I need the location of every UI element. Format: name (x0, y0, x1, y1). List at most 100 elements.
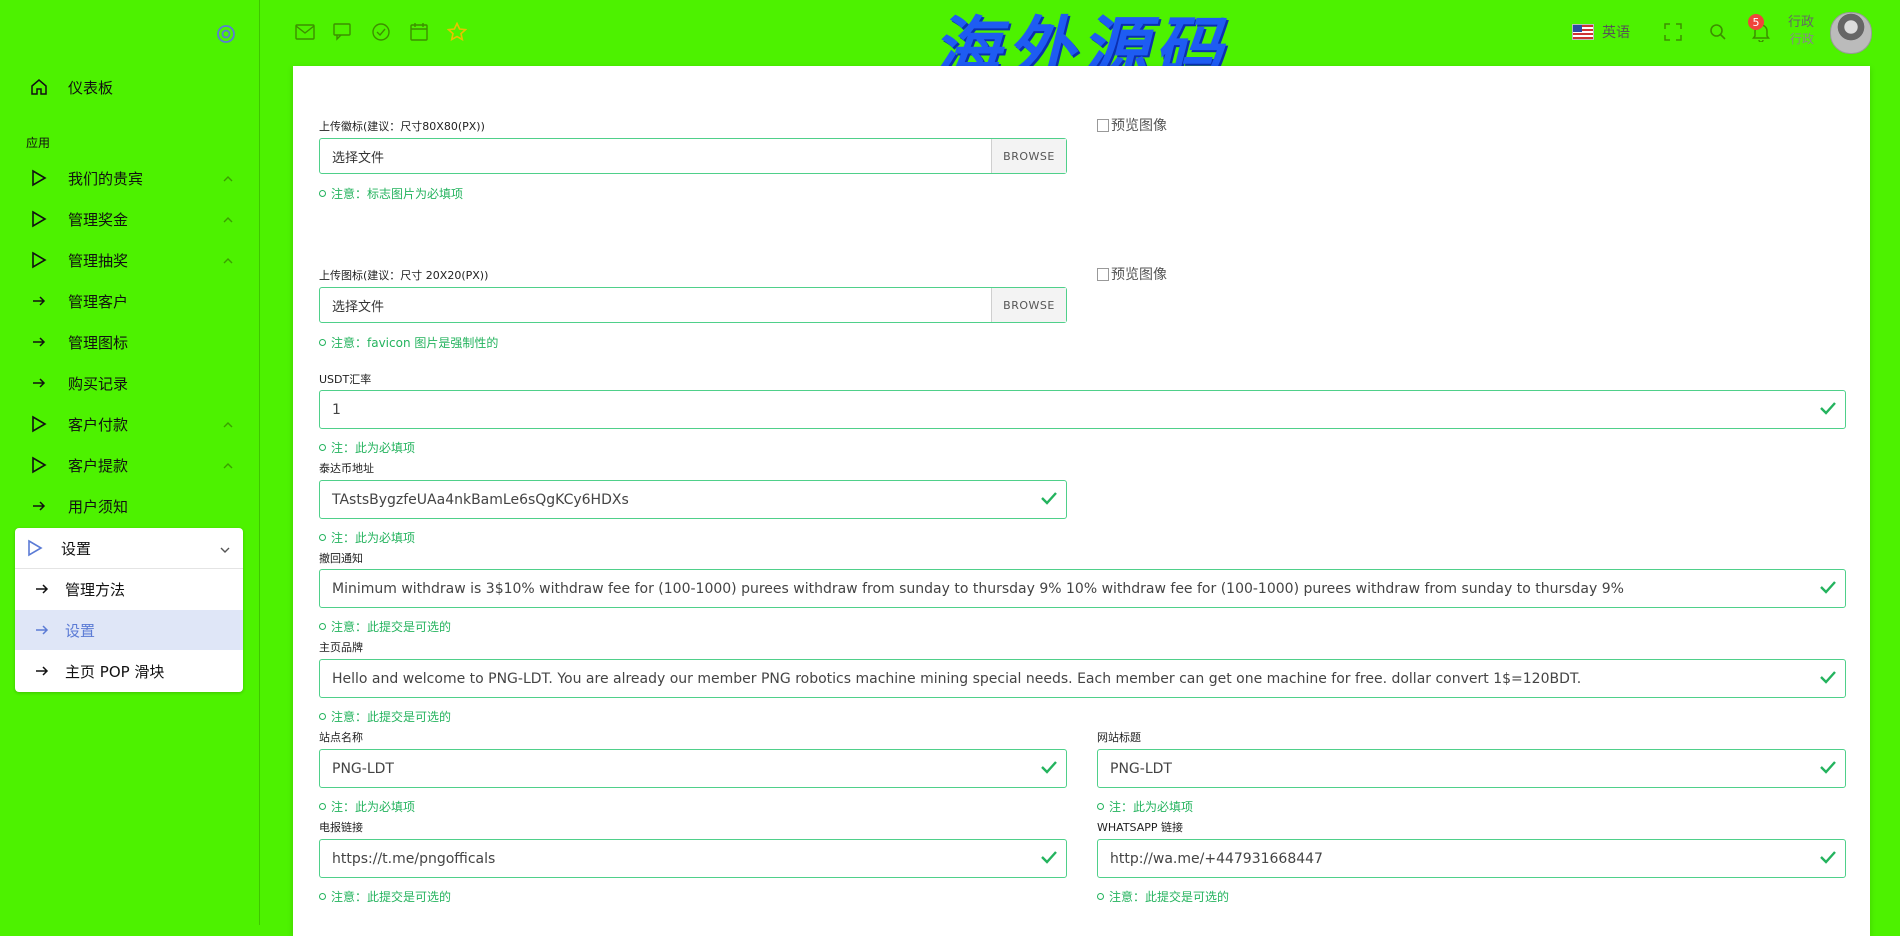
broken-image-icon (1097, 267, 1109, 281)
play-icon (26, 455, 52, 475)
search-icon[interactable] (1707, 21, 1729, 43)
sidebar: 仪表板 应用 我们的贵宾 管理奖金 管理抽奖 管理客户 管理图标 购买记录 客户… (0, 0, 260, 925)
sidebar-item-purchases[interactable]: 购买记录 (16, 366, 244, 400)
circle-icon (319, 893, 326, 900)
logo-upload-input[interactable]: 选择文件 BROWSE (319, 138, 1067, 174)
site-title-input[interactable]: PNG-LDT (1097, 749, 1846, 788)
logo-preview-image: 预览图像 (1097, 115, 1167, 135)
telegram-link-input[interactable]: https://t.me/pngofficals (319, 839, 1067, 878)
sidebar-item-settings[interactable]: 设置 (15, 528, 243, 569)
input-value: TAstsBygzfeUAa4nkBamLe6sQgKCy6HDXs (332, 491, 629, 508)
whatsapp-link-input[interactable]: http://wa.me/+447931668447 (1097, 839, 1846, 878)
sidebar-subitem-methods[interactable]: 管理方法 (15, 569, 243, 609)
notification-badge: 5 (1748, 14, 1764, 30)
favicon-upload-input[interactable]: 选择文件 BROWSE (319, 287, 1067, 323)
note-text: 注意：此提交是可选的 (331, 890, 452, 904)
play-icon (26, 209, 52, 229)
circle-icon (319, 803, 326, 810)
avatar[interactable] (1830, 12, 1872, 54)
check-icon (1820, 761, 1836, 774)
arrow-right-icon (26, 373, 52, 393)
sidebar-item-label: 管理方法 (65, 580, 126, 599)
withdraw-notice-note: 注意：此提交是可选的 (319, 618, 451, 635)
check-icon (1820, 581, 1836, 594)
sidebar-item-payments[interactable]: 客户付款 (16, 407, 244, 441)
check-icon (1820, 671, 1836, 684)
circle-icon (319, 339, 326, 346)
sidebar-collapse-icon[interactable] (216, 24, 236, 44)
sidebar-subitem-settings[interactable]: 设置 (15, 610, 243, 650)
mail-icon[interactable] (294, 21, 316, 43)
usdt-rate-input[interactable]: 1 (319, 390, 1846, 429)
settings-submenu: 设置 管理方法 设置 主页 POP 滑块 (15, 528, 243, 692)
browse-button[interactable]: BROWSE (991, 139, 1066, 173)
site-title-note: 注：此为必填项 (1097, 798, 1193, 815)
note-text: 注：此为必填项 (331, 800, 416, 814)
user-info[interactable]: 行政 行政 (1788, 14, 1814, 48)
sidebar-item-customers[interactable]: 管理客户 (16, 284, 244, 318)
tron-address-note: 注：此为必填项 (319, 529, 415, 546)
play-icon (26, 414, 52, 434)
note-text: 注意：此提交是可选的 (331, 710, 452, 724)
check-icon (1820, 851, 1836, 864)
chevron-up-icon (222, 253, 234, 265)
sidebar-item-notice[interactable]: 用户须知 (16, 489, 244, 523)
browse-button[interactable]: BROWSE (991, 288, 1066, 322)
circle-icon (319, 190, 326, 197)
sidebar-item-icons[interactable]: 管理图标 (16, 325, 244, 359)
circle-icon (1097, 893, 1104, 900)
tron-address-input[interactable]: TAstsBygzfeUAa4nkBamLe6sQgKCy6HDXs (319, 480, 1067, 519)
sidebar-section-label: 应用 (26, 136, 51, 150)
note-text: 注：此为必填项 (331, 531, 416, 545)
note-text: 注意：此提交是可选的 (331, 620, 452, 634)
favicon-preview-image: 预览图像 (1097, 264, 1167, 284)
arrow-right-icon (35, 583, 49, 595)
site-name-note: 注：此为必填项 (319, 798, 415, 815)
circle-icon (319, 534, 326, 541)
fullscreen-icon[interactable] (1662, 21, 1684, 43)
sidebar-item-label: 我们的贵宾 (68, 169, 144, 188)
preview-alt-text: 预览图像 (1111, 118, 1167, 134)
favicon-upload-note: 注意：favicon 图片是强制性的 (319, 334, 498, 351)
file-input-text: 选择文件 (332, 299, 385, 315)
sidebar-item-withdrawals[interactable]: 客户提款 (16, 448, 244, 482)
sidebar-item-label: 管理客户 (68, 292, 129, 311)
star-icon[interactable] (446, 21, 468, 43)
input-value: 1 (332, 401, 341, 418)
sidebar-item-lottery[interactable]: 管理抽奖 (16, 243, 244, 277)
check-icon (1041, 851, 1057, 864)
whatsapp-link-note: 注意：此提交是可选的 (1097, 888, 1229, 905)
note-text: 注：此为必填项 (1109, 800, 1194, 814)
input-value: PNG-LDT (1110, 760, 1172, 777)
home-icon (26, 77, 52, 97)
circle-icon (319, 623, 326, 630)
usdt-rate-note: 注：此为必填项 (319, 439, 415, 456)
arrow-right-icon (35, 624, 49, 636)
check-icon (1041, 492, 1057, 505)
check-circle-icon[interactable] (370, 21, 392, 43)
note-text: 注：此为必填项 (331, 441, 416, 455)
sidebar-item-vip[interactable]: 我们的贵宾 (16, 161, 244, 195)
whatsapp-link-label: WHATSAPP 链接 (1097, 821, 1184, 834)
input-value: Hello and welcome to PNG-LDT. You are al… (332, 670, 1582, 687)
usdt-rate-label: USDT汇率 (319, 373, 372, 386)
play-icon (26, 168, 52, 188)
play-icon (26, 250, 52, 270)
sidebar-item-label: 主页 POP 滑块 (65, 662, 165, 681)
home-brand-input[interactable]: Hello and welcome to PNG-LDT. You are al… (319, 659, 1846, 698)
withdraw-notice-input[interactable]: Minimum withdraw is 3$10% withdraw fee f… (319, 569, 1846, 608)
sidebar-subitem-pop-slider[interactable]: 主页 POP 滑块 (15, 651, 243, 691)
language-selector[interactable]: 英语 (1572, 22, 1630, 42)
logo-upload-label: 上传徽标(建议：尺寸80X80(PX)) (319, 120, 485, 133)
chat-icon[interactable] (332, 21, 354, 43)
file-input-text: 选择文件 (332, 150, 385, 166)
note-text: 注意：favicon 图片是强制性的 (331, 336, 499, 350)
home-brand-note: 注意：此提交是可选的 (319, 708, 451, 725)
sidebar-item-dashboard[interactable]: 仪表板 (16, 70, 244, 104)
site-name-input[interactable]: PNG-LDT (319, 749, 1067, 788)
sidebar-item-bonus[interactable]: 管理奖金 (16, 202, 244, 236)
calendar-icon[interactable] (408, 21, 430, 43)
sidebar-item-label: 管理图标 (68, 333, 129, 352)
chevron-up-icon (222, 171, 234, 183)
circle-icon (1097, 803, 1104, 810)
